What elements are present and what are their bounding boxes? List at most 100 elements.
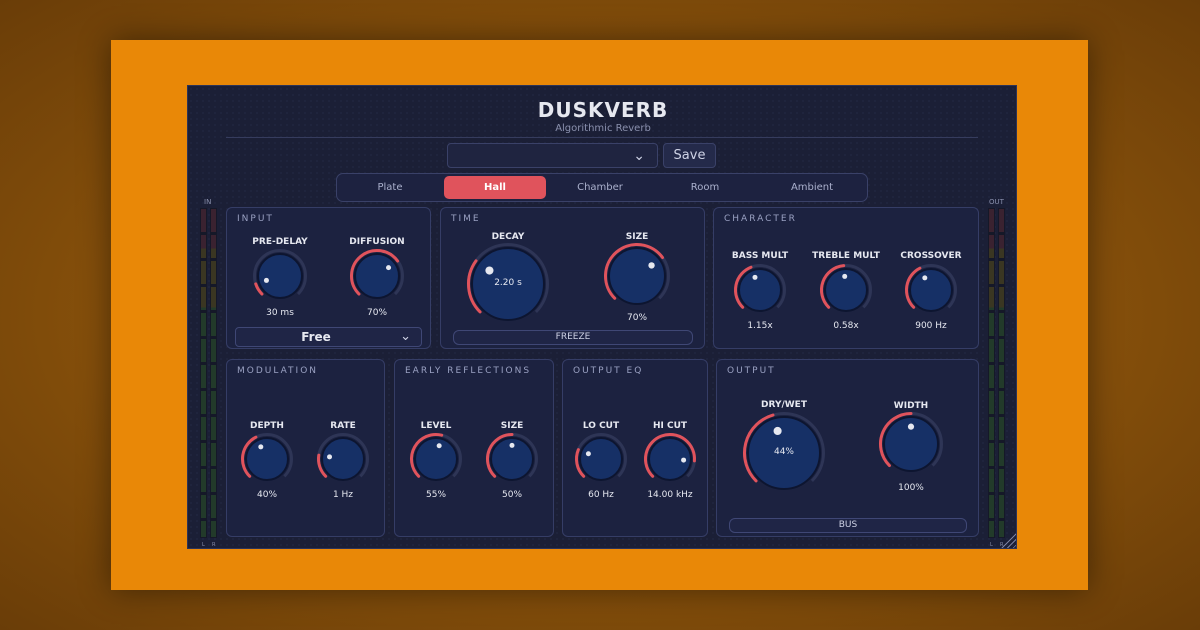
knob-graphic xyxy=(604,243,670,305)
width-knob[interactable] xyxy=(877,410,945,478)
knob-graphic xyxy=(317,433,369,481)
depth-knob[interactable] xyxy=(239,431,295,487)
input-meter: L R xyxy=(200,208,219,548)
knob-label: LO CUT xyxy=(582,421,620,431)
er-level-knob[interactable] xyxy=(408,431,464,487)
knob-value: 44% xyxy=(773,447,794,457)
modulation-panel: MODULATION DEPTH 40% RATE 1 Hz xyxy=(226,359,385,537)
knob-indicator xyxy=(485,266,494,275)
knob-label: HI CUT xyxy=(652,421,688,431)
knob-body xyxy=(257,253,303,299)
knob-value: 50% xyxy=(501,490,523,500)
knob-graphic xyxy=(644,433,696,481)
knob-label: DRY/WET xyxy=(761,400,807,410)
pre-delay-knob[interactable] xyxy=(251,247,309,305)
algorithm-tabs: Plate Hall Chamber Room Ambient xyxy=(336,173,868,202)
panel-title: OUTPUT EQ xyxy=(573,366,644,376)
knob-value: 55% xyxy=(425,490,447,500)
knob-indicator xyxy=(648,262,655,269)
diffusion-knob[interactable] xyxy=(348,247,406,305)
hi-cut-knob[interactable] xyxy=(642,431,698,487)
tab-ambient[interactable]: Ambient xyxy=(761,176,863,199)
knob-value: 70% xyxy=(626,313,648,323)
plugin-window: DUSKVERB Algorithmic Reverb ⌄ Save Plate… xyxy=(187,85,1017,549)
knob-indicator xyxy=(263,277,269,283)
panel-title: EARLY REFLECTIONS xyxy=(405,366,532,376)
crossover-knob[interactable] xyxy=(903,262,959,318)
preset-dropdown[interactable]: ⌄ xyxy=(447,143,658,168)
knob-graphic xyxy=(734,264,786,312)
knob-indicator xyxy=(585,451,591,457)
plugin-title: DUSKVERB xyxy=(537,98,669,122)
knob-body xyxy=(909,268,953,312)
knob-body xyxy=(608,247,666,305)
knob-value: 40% xyxy=(256,490,278,500)
knob-label: PRE-DELAY xyxy=(252,237,308,247)
decay-knob[interactable]: 2.20 s xyxy=(465,241,551,327)
knob-body xyxy=(354,253,400,299)
chevron-down-icon: ⌄ xyxy=(400,329,411,344)
knob-label: RATE xyxy=(330,421,356,431)
save-button[interactable]: Save xyxy=(663,143,716,168)
knob-indicator xyxy=(258,444,264,450)
knob-graphic xyxy=(410,433,462,481)
size-knob[interactable] xyxy=(602,241,672,311)
knob-graphic xyxy=(905,264,957,312)
plugin-subtitle: Algorithmic Reverb xyxy=(555,123,651,134)
input-meter-label: IN xyxy=(204,198,212,206)
knob-body xyxy=(579,437,623,481)
tab-hall[interactable]: Hall xyxy=(444,176,546,199)
knob-indicator xyxy=(842,273,848,279)
panel-title: INPUT xyxy=(237,214,274,224)
knob-body xyxy=(414,437,458,481)
knob-indicator xyxy=(681,457,687,463)
knob-graphic xyxy=(820,264,872,312)
rate-knob[interactable] xyxy=(315,431,371,487)
mode-dropdown[interactable]: Free ⌄ xyxy=(235,327,422,347)
knob-body xyxy=(738,268,782,312)
knob-value: 14.00 kHz xyxy=(647,490,693,500)
knob-graphic xyxy=(575,433,627,481)
knob-label: DIFFUSION xyxy=(349,237,405,247)
input-panel: INPUT PRE-DELAY 30 ms DIFFUSION 70% Free… xyxy=(226,207,431,349)
knob-label: DEPTH xyxy=(250,421,284,431)
knob-body xyxy=(245,437,289,481)
knob-indicator xyxy=(386,265,392,271)
knob-indicator xyxy=(773,426,782,436)
knob-label: LEVEL xyxy=(420,421,452,431)
bus-button[interactable]: BUS xyxy=(729,518,967,533)
freeze-button[interactable]: FREEZE xyxy=(453,330,693,345)
bass-mult-knob[interactable] xyxy=(732,262,788,318)
er-size-knob[interactable] xyxy=(484,431,540,487)
dry-wet-knob[interactable]: 44% xyxy=(741,410,827,496)
treble-mult-knob[interactable] xyxy=(818,262,874,318)
knob-value: 900 Hz xyxy=(915,321,947,331)
tab-room[interactable]: Room xyxy=(654,176,756,199)
knob-value: 60 Hz xyxy=(588,490,614,500)
tab-plate[interactable]: Plate xyxy=(339,176,441,199)
knob-graphic xyxy=(486,433,538,481)
tab-chamber[interactable]: Chamber xyxy=(549,176,651,199)
meter-left-label: L xyxy=(202,542,205,548)
output-meter-label: OUT xyxy=(989,198,1004,206)
knob-graphic xyxy=(241,433,293,481)
knob-indicator xyxy=(907,423,915,430)
knob-value: 30 ms xyxy=(266,308,294,318)
knob-label: BASS MULT xyxy=(731,251,789,261)
divider xyxy=(226,137,978,138)
knob-indicator xyxy=(327,454,333,460)
panel-title: TIME xyxy=(451,214,481,224)
output-meter: L R xyxy=(988,208,1007,548)
panel-title: OUTPUT xyxy=(727,366,776,376)
lo-cut-knob[interactable] xyxy=(573,431,629,487)
meter-right-label: R xyxy=(212,542,216,548)
knob-graphic xyxy=(350,249,404,299)
knob-value: 100% xyxy=(898,483,924,493)
knob-graphic xyxy=(879,412,943,472)
chevron-down-icon: ⌄ xyxy=(633,148,645,164)
knob-indicator xyxy=(752,274,758,280)
knob-indicator xyxy=(922,275,928,281)
early-reflections-panel: EARLY REFLECTIONS LEVEL 55% SIZE 50% xyxy=(394,359,554,537)
panel-title: CHARACTER xyxy=(724,214,797,224)
meter-left-label: L xyxy=(990,542,993,548)
